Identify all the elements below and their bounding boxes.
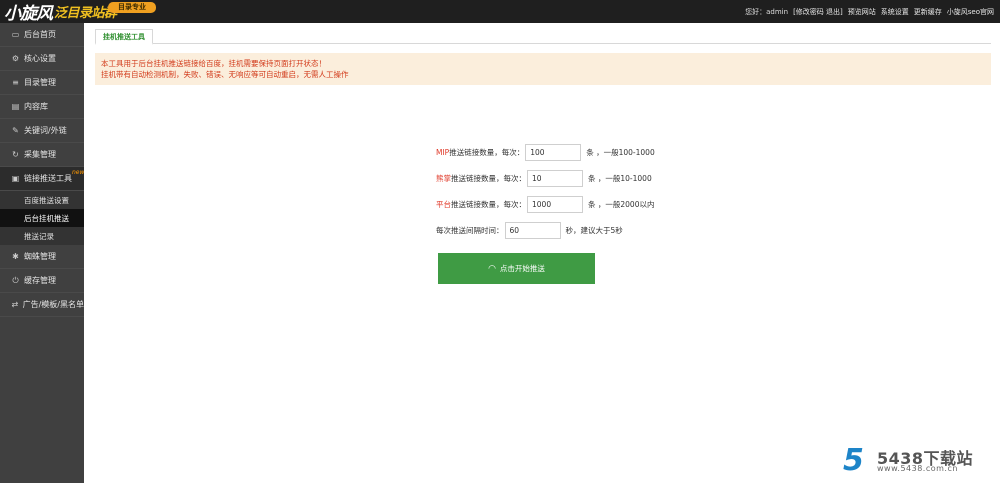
form-row-mip: MIP 推送链接数量，每次： 100 条 ，一般100-1000 (436, 143, 655, 161)
logo-main-text: 小旋风 (4, 4, 53, 24)
link-icon: ▣ (11, 174, 20, 183)
sidebar-item-spider[interactable]: ✱ 蜘蛛管理 (0, 245, 84, 269)
sidebar-item-label: 链接推送工具 (24, 174, 72, 183)
sidebar: ▭ 后台首页 ⚙ 核心设置 ≡ 目录管理 ▤ 内容库 ✎ 关键词/外链 ↻ 采集… (0, 23, 84, 483)
sidebar-subitem-baidu-push-settings[interactable]: 百度推送设置 (0, 191, 84, 209)
interval-input[interactable]: 60 (504, 221, 561, 239)
watermark-url: www.5438.com.cn (877, 464, 958, 473)
row-label: 推送链接数量，每次： (451, 199, 526, 209)
form-row-interval: 每次推送间隔时间： 60 秒，建议大于5秒 (436, 221, 623, 239)
gear-icon: ⚙ (11, 54, 20, 63)
notice-line: 挂机带有自动检测机制，失败、错误、无响应等可自动重启，无需人工操作 (101, 70, 349, 79)
sidebar-item-label: 核心设置 (24, 54, 56, 63)
row-suffix: 条 ，一般10-1000 (588, 173, 652, 183)
sidebar-item-cache[interactable]: ⏻ 缓存管理 (0, 269, 84, 293)
sidebar-item-label: 采集管理 (24, 150, 56, 159)
row-prefix: 熊掌 (436, 173, 451, 183)
sidebar-item-dashboard[interactable]: ▭ 后台首页 (0, 23, 84, 47)
system-settings-link[interactable]: 系统设置 (881, 7, 909, 17)
form-row-platform: 平台 推送链接数量，每次： 1000 条 ，一般2000以内 (436, 195, 654, 213)
sidebar-item-directory[interactable]: ≡ 目录管理 (0, 71, 84, 95)
row-suffix: 秒，建议大于5秒 (565, 225, 623, 235)
start-push-button[interactable]: ◠ 点击开始推送 (438, 253, 595, 284)
sidebar-item-label: 后台首页 (24, 30, 56, 39)
mip-count-input[interactable]: 100 (525, 143, 582, 161)
row-label: 推送链接数量，每次： (451, 173, 526, 183)
sidebar-subitem-background-push[interactable]: 后台挂机推送 (0, 209, 84, 227)
tab-background-push[interactable]: 挂机推送工具 (95, 29, 153, 45)
monitor-icon: ▭ (11, 30, 20, 39)
new-badge: new (72, 169, 85, 176)
sidebar-item-label: 目录管理 (24, 78, 56, 87)
start-push-button-label: 点击开始推送 (499, 264, 545, 273)
notice-line: 本工具用于后台挂机推送链接给百度，挂机需要保持页面打开状态！ (101, 59, 326, 68)
sidebar-item-label: 内容库 (24, 102, 48, 111)
wifi-icon: ◠ (488, 263, 496, 273)
xiongzhang-count-input[interactable]: 10 (527, 169, 583, 187)
update-cache-link[interactable]: 更新缓存 (914, 7, 942, 17)
watermark-logo: 5 (843, 443, 864, 478)
row-prefix: MIP (436, 147, 450, 157)
sidebar-item-label: 关键词/外链 (24, 126, 67, 135)
sidebar-item-collection[interactable]: ↻ 采集管理 (0, 143, 84, 167)
sidebar-item-link-push[interactable]: ▣ 链接推送工具 new (0, 167, 84, 191)
sidebar-subitem-push-records[interactable]: 推送记录 (0, 227, 84, 245)
notice-box: 本工具用于后台挂机推送链接给百度，挂机需要保持页面打开状态！ 挂机带有自动检测机… (95, 53, 991, 85)
change-password-logout-link[interactable]: [修改密码 退出] (793, 7, 843, 17)
power-icon: ⏻ (12, 275, 19, 285)
platform-count-input[interactable]: 1000 (527, 195, 583, 213)
logo-badge: 目录专业 (108, 2, 156, 13)
main-content: 挂机推送工具 本工具用于后台挂机推送链接给百度，挂机需要保持页面打开状态！ 挂机… (84, 23, 1000, 483)
shuffle-icon: ⇄ (11, 300, 19, 309)
document-icon: ▤ (11, 102, 20, 111)
logo-sub-text: 泛目录站群 (54, 6, 117, 21)
sidebar-item-core-settings[interactable]: ⚙ 核心设置 (0, 47, 84, 71)
site-logo[interactable]: 小旋风 泛目录站群 (4, 1, 117, 24)
sidebar-item-content-library[interactable]: ▤ 内容库 (0, 95, 84, 119)
tab-bar: 挂机推送工具 (95, 27, 991, 45)
row-suffix: 条 ，一般2000以内 (588, 199, 655, 209)
wrench-icon: ✎ (12, 126, 19, 135)
row-suffix: 条 ，一般100-1000 (586, 147, 655, 157)
sidebar-item-label: 蜘蛛管理 (24, 252, 56, 261)
form-row-xiongzhang: 熊掌 推送链接数量，每次： 10 条 ，一般10-1000 (436, 169, 652, 187)
sidebar-item-ads-templates[interactable]: ⇄ 广告/模板/黑名单 (0, 293, 84, 317)
top-bar: 小旋风 泛目录站群 目录专业 您好：admin [修改密码 退出] 预览网站 系… (0, 0, 1000, 24)
top-links: 您好：admin [修改密码 退出] 预览网站 系统设置 更新缓存 小旋风seo… (740, 0, 994, 23)
refresh-icon: ↻ (12, 150, 19, 159)
watermark: 5 5438下载站 www.5438.com.cn (843, 443, 993, 478)
row-label: 每次推送间隔时间： (436, 225, 504, 235)
sidebar-item-keywords[interactable]: ✎ 关键词/外链 (0, 119, 84, 143)
list-icon: ≡ (12, 78, 19, 87)
sidebar-item-label: 缓存管理 (24, 276, 56, 285)
spider-icon: ✱ (12, 252, 19, 261)
row-label: 推送链接数量，每次： (449, 147, 525, 157)
greeting-text: 您好：admin (745, 7, 789, 16)
row-prefix: 平台 (436, 199, 451, 209)
official-site-link[interactable]: 小旋风seo官网 (947, 7, 994, 17)
preview-site-link[interactable]: 预览网站 (848, 7, 876, 17)
sidebar-item-label: 广告/模板/黑名单 (22, 300, 84, 309)
